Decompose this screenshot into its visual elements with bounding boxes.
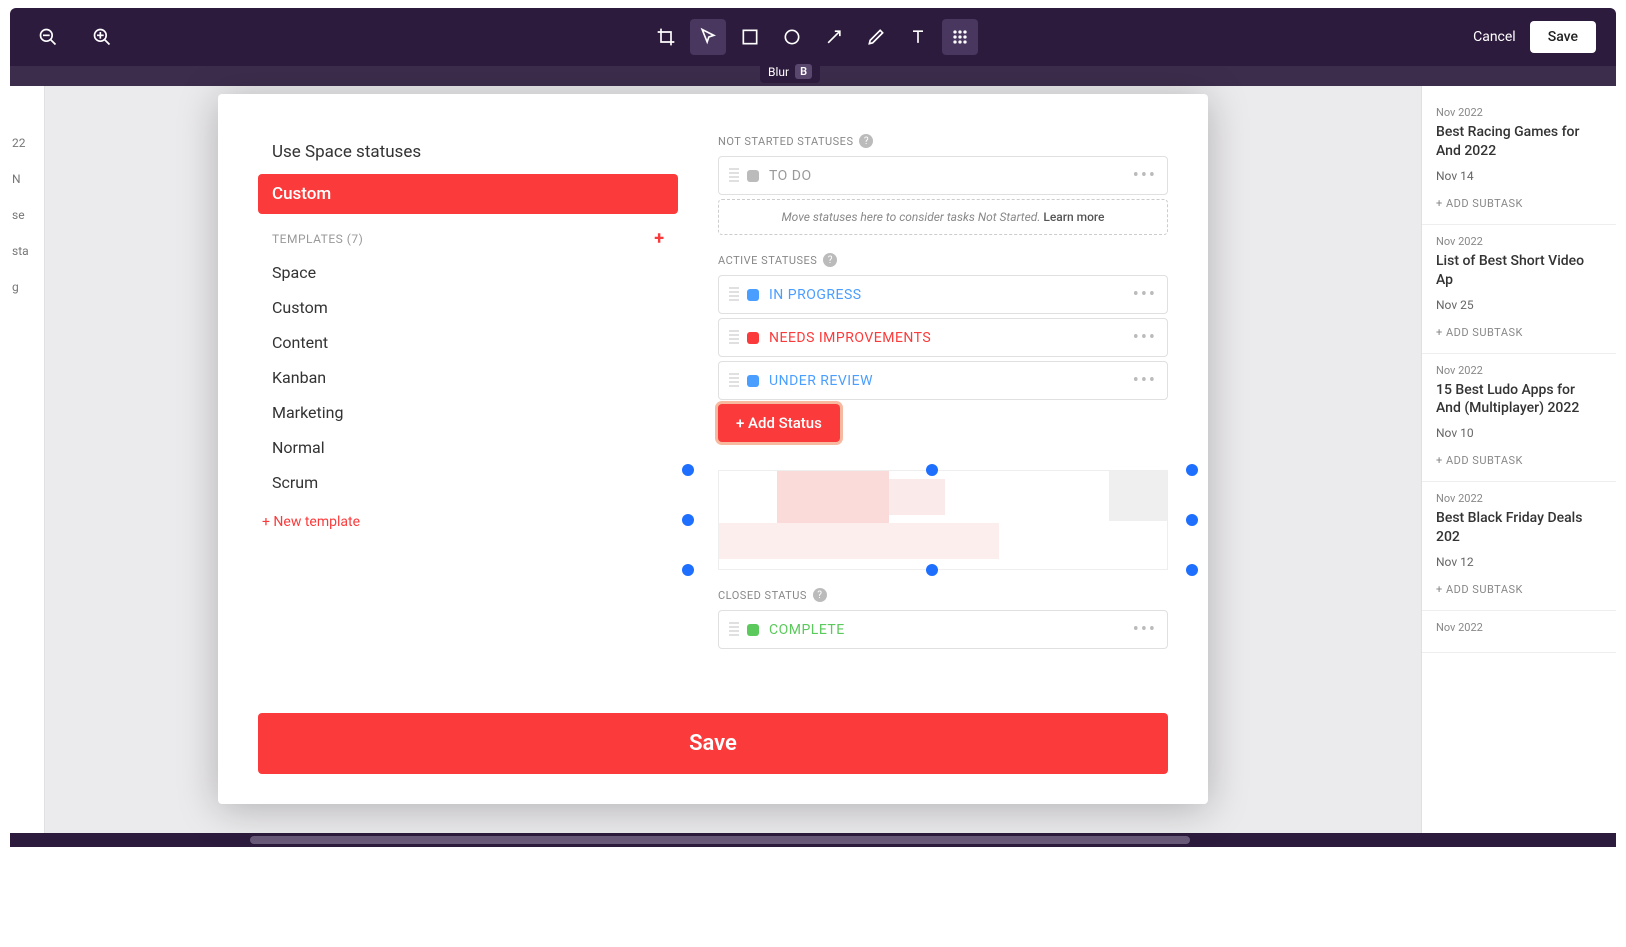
circle-icon[interactable] [774,19,810,55]
drop-zone-not-started[interactable]: Move statuses here to consider tasks Not… [718,199,1168,235]
selection-handle[interactable] [926,464,938,476]
drag-handle-icon[interactable] [729,287,739,303]
add-status-button[interactable]: + Add Status [718,404,840,442]
blur-tooltip: Blur B [760,60,820,83]
pencil-icon[interactable] [858,19,894,55]
zoom-out-icon[interactable] [30,19,66,55]
more-icon[interactable]: ••• [1133,284,1157,305]
selection-handle[interactable] [682,514,694,526]
task-card[interactable]: Nov 2022 15 Best Ludo Apps for And (Mult… [1422,354,1616,483]
selection-handle[interactable] [682,464,694,476]
status-row-complete[interactable]: COMPLETE ••• [718,610,1168,649]
status-color-swatch [747,624,759,636]
save-statuses-button[interactable]: Save [258,713,1168,774]
status-color-swatch [747,332,759,344]
use-space-statuses-option[interactable]: Use Space statuses [258,134,678,170]
template-item-marketing[interactable]: Marketing [258,395,678,430]
save-button-top[interactable]: Save [1530,21,1596,53]
text-icon[interactable] [900,19,936,55]
arrow-icon[interactable] [816,19,852,55]
new-template-button[interactable]: + New template [258,506,678,538]
selection-handle[interactable] [926,564,938,576]
cancel-button[interactable]: Cancel [1473,29,1516,45]
more-icon[interactable]: ••• [1133,327,1157,348]
closed-section-label: CLOSED STATUS ? [718,588,1168,602]
task-card[interactable]: Nov 2022 List of Best Short Video Ap Nov… [1422,225,1616,354]
status-row-todo[interactable]: TO DO ••• [718,156,1168,195]
crop-icon[interactable] [648,19,684,55]
more-icon[interactable]: ••• [1133,619,1157,640]
selection-handle[interactable] [1186,464,1198,476]
more-icon[interactable]: ••• [1133,370,1157,391]
add-subtask-button[interactable]: + ADD SUBTASK [1436,197,1602,210]
selection-handle[interactable] [1186,514,1198,526]
task-side-panel: Nov 2022 Best Racing Games for And 2022 … [1421,86,1616,837]
status-row-in-progress[interactable]: IN PROGRESS ••• [718,275,1168,314]
template-item-space[interactable]: Space [258,255,678,290]
more-icon[interactable]: ••• [1133,165,1157,186]
status-row-needs-improvements[interactable]: NEEDS IMPROVEMENTS ••• [718,318,1168,357]
status-color-swatch [747,170,759,182]
learn-more-link[interactable]: Learn more [1043,210,1104,224]
help-icon[interactable]: ? [823,253,837,267]
screenshot-editor-toolbar: Cancel Save [10,8,1616,66]
template-item-custom[interactable]: Custom [258,290,678,325]
template-item-content[interactable]: Content [258,325,678,360]
selection-handle[interactable] [682,564,694,576]
rectangle-icon[interactable] [732,19,768,55]
add-subtask-button[interactable]: + ADD SUBTASK [1436,326,1602,339]
status-settings-modal: Use Space statuses Custom TEMPLATES (7) … [218,94,1208,804]
add-subtask-button[interactable]: + ADD SUBTASK [1436,454,1602,467]
drag-handle-icon[interactable] [729,168,739,184]
not-started-section-label: NOT STARTED STATUSES ? [718,134,1168,148]
zoom-in-icon[interactable] [84,19,120,55]
templates-label: TEMPLATES (7) [272,232,363,246]
template-item-normal[interactable]: Normal [258,430,678,465]
task-card[interactable]: Nov 2022 Best Racing Games for And 2022 … [1422,96,1616,225]
task-card[interactable]: Nov 2022 Best Black Friday Deals 202 Nov… [1422,482,1616,611]
active-section-label: ACTIVE STATUSES ? [718,253,1168,267]
template-item-kanban[interactable]: Kanban [258,360,678,395]
add-template-icon[interactable]: + [654,228,664,249]
drag-handle-icon[interactable] [729,330,739,346]
help-icon[interactable]: ? [813,588,827,602]
blur-icon[interactable] [942,19,978,55]
status-row-under-review[interactable]: UNDER REVIEW ••• [718,361,1168,400]
task-card[interactable]: Nov 2022 [1422,611,1616,653]
pointer-icon[interactable] [690,19,726,55]
status-color-swatch [747,289,759,301]
drag-handle-icon[interactable] [729,622,739,638]
help-icon[interactable]: ? [859,134,873,148]
add-subtask-button[interactable]: + ADD SUBTASK [1436,583,1602,596]
status-color-swatch [747,375,759,387]
blur-selection-region[interactable] [718,470,1168,570]
custom-statuses-option[interactable]: Custom [258,174,678,214]
selection-handle[interactable] [1186,564,1198,576]
horizontal-scrollbar[interactable] [10,833,1616,847]
drag-handle-icon[interactable] [729,373,739,389]
template-item-scrum[interactable]: Scrum [258,465,678,500]
